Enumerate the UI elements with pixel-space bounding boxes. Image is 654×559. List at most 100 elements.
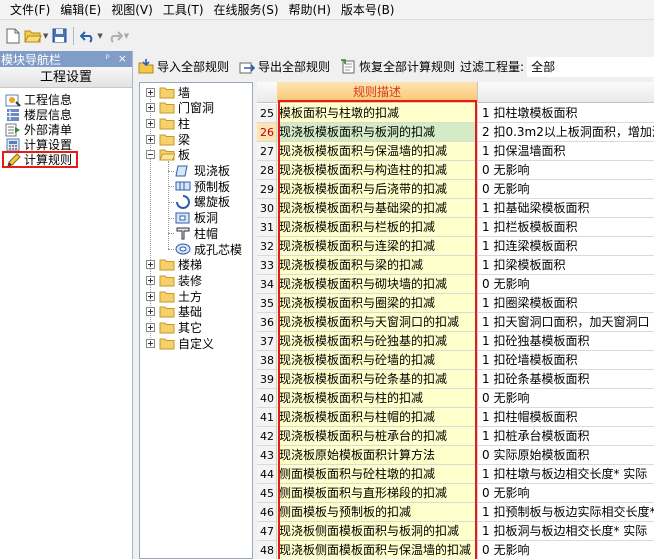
rule-option-cell[interactable]: 1 扣桩承台模板面积 — [478, 427, 654, 446]
tree-node-component[interactable]: 成孔芯模 — [175, 241, 242, 257]
table-row[interactable]: 46 侧面模板与预制板的扣减 1 扣预制板与板边实际相交长度* — [257, 503, 654, 522]
expand-icon[interactable] — [146, 87, 155, 97]
export-all-rules-button[interactable]: 导出全部规则 — [237, 58, 332, 75]
rule-option-cell[interactable]: 1 扣天窗洞口面积，加天窗洞口 — [478, 313, 654, 332]
rule-description-cell[interactable]: 现浇板侧面模板面积与板洞的扣减 — [277, 522, 478, 541]
chevron-down-icon[interactable]: ▼ — [43, 32, 48, 40]
menu-help[interactable]: 帮助(H) — [284, 0, 336, 20]
expand-icon[interactable] — [146, 134, 155, 144]
menu-view[interactable]: 视图(V) — [106, 0, 158, 20]
table-row[interactable]: 34 现浇板模板面积与砌块墙的扣减 0 无影响 — [257, 275, 654, 294]
table-row[interactable]: 48 现浇板侧面模板面积与保温墙的扣减 0 无影响 — [257, 541, 654, 559]
rule-option-cell[interactable]: 1 扣栏板模板面积 — [478, 218, 654, 237]
close-icon[interactable]: × — [118, 51, 127, 67]
rule-description-cell[interactable]: 现浇板模板面积与板洞的扣减 — [277, 123, 478, 142]
tree-node-slab-expanded[interactable]: 板 — [146, 147, 190, 163]
expand-icon[interactable] — [146, 260, 155, 270]
menu-file[interactable]: 文件(F) — [0, 0, 55, 20]
rule-description-cell[interactable]: 现浇板模板面积与栏板的扣减 — [277, 218, 478, 237]
expand-icon[interactable] — [146, 291, 155, 301]
rule-option-cell[interactable]: 0 无影响 — [478, 161, 654, 180]
rule-option-cell[interactable]: 1 扣连梁模板面积 — [478, 237, 654, 256]
table-row[interactable]: 42 现浇板模板面积与桩承台的扣减 1 扣桩承台模板面积 — [257, 427, 654, 446]
rule-option-cell[interactable]: 1 扣砼条基模板面积 — [478, 370, 654, 389]
expand-icon[interactable] — [146, 103, 155, 113]
table-row[interactable]: 40 现浇板模板面积与柱的扣减 0 无影响 — [257, 389, 654, 408]
table-row[interactable]: 44 侧面模板面积与砼柱墩的扣减 1 扣柱墩与板边相交长度* 实际 — [257, 465, 654, 484]
rule-option-cell[interactable]: 1 扣砼墙模板面积 — [478, 351, 654, 370]
table-row[interactable]: 37 现浇板模板面积与砼独基的扣减 1 扣砼独基模板面积 — [257, 332, 654, 351]
nav-item-project-info[interactable]: 工程信息 — [0, 92, 132, 107]
tree-node-category[interactable]: 墙 — [146, 84, 190, 100]
rule-description-cell[interactable]: 侧面模板面积与砼柱墩的扣减 — [277, 465, 478, 484]
nav-section-project-settings[interactable]: 工程设置 — [0, 67, 132, 88]
rule-option-cell[interactable]: 1 扣柱墩与板边相交长度* 实际 — [478, 465, 654, 484]
table-row[interactable]: 43 现浇板原始模板面积计算方法 0 实际原始模板面积 — [257, 446, 654, 465]
table-row[interactable]: 26 现浇板模板面积与板洞的扣减 2 扣0.3m2以上板洞面积，增加洞 — [257, 123, 654, 142]
rule-description-cell[interactable]: 现浇板模板面积与连梁的扣减 — [277, 237, 478, 256]
chevron-down-icon[interactable]: ▼ — [124, 32, 129, 40]
expand-icon[interactable] — [146, 323, 155, 332]
new-file-button[interactable] — [4, 25, 22, 47]
rule-description-cell[interactable]: 侧面模板与预制板的扣减 — [277, 503, 478, 522]
filter-quantity-select[interactable] — [527, 56, 654, 77]
table-row[interactable]: 41 现浇板模板面积与柱帽的扣减 1 扣柱帽模板面积 — [257, 408, 654, 427]
table-row[interactable]: 39 现浇板模板面积与砼条基的扣减 1 扣砼条基模板面积 — [257, 370, 654, 389]
rule-option-cell[interactable]: 0 无影响 — [478, 389, 654, 408]
rule-description-cell[interactable]: 现浇板侧面模板面积与保温墙的扣减 — [277, 541, 478, 559]
tree-node-component[interactable]: 板洞 — [175, 210, 218, 226]
rule-option-cell[interactable]: 1 扣圈梁模板面积 — [478, 294, 654, 313]
tree-node-component[interactable]: 现浇板 — [175, 163, 230, 179]
save-button[interactable] — [50, 25, 69, 47]
restore-all-rules-button[interactable]: 恢复全部计算规则 — [338, 58, 457, 75]
rule-description-cell[interactable]: 现浇板模板面积与砌块墙的扣减 — [277, 275, 478, 294]
rule-description-cell[interactable]: 现浇板模板面积与砼条基的扣减 — [277, 370, 478, 389]
collapse-icon[interactable] — [146, 150, 155, 160]
tree-node-category[interactable]: 门窗洞 — [146, 100, 214, 116]
table-row[interactable]: 28 现浇板模板面积与构造柱的扣减 0 无影响 — [257, 161, 654, 180]
table-row[interactable]: 33 现浇板模板面积与梁的扣减 1 扣梁模板面积 — [257, 256, 654, 275]
nav-item-calc-rules[interactable]: 计算规则 — [2, 151, 78, 168]
table-row[interactable]: 30 现浇板模板面积与基础梁的扣减 1 扣基础梁模板面积 — [257, 199, 654, 218]
table-row[interactable]: 25 模板面积与柱墩的扣减 1 扣柱墩模板面积 — [257, 104, 654, 123]
expand-icon[interactable] — [146, 118, 155, 128]
rule-option-cell[interactable]: 1 扣基础梁模板面积 — [478, 199, 654, 218]
pin-icon[interactable]: ᵖ — [106, 51, 110, 67]
table-row[interactable]: 35 现浇板模板面积与圈梁的扣减 1 扣圈梁模板面积 — [257, 294, 654, 313]
rule-option-cell[interactable]: 0 无影响 — [478, 275, 654, 294]
table-row[interactable]: 45 侧面模板面积与直形梯段的扣减 0 无影响 — [257, 484, 654, 503]
redo-button[interactable]: ▼ — [105, 25, 131, 47]
table-row[interactable]: 47 现浇板侧面模板面积与板洞的扣减 1 扣板洞与板边相交长度* 实际 — [257, 522, 654, 541]
table-row[interactable]: 38 现浇板模板面积与砼墙的扣减 1 扣砼墙模板面积 — [257, 351, 654, 370]
tree-node-component[interactable]: 柱帽 — [175, 225, 218, 241]
rule-description-header[interactable]: 规则描述 — [277, 82, 478, 103]
rule-description-cell[interactable]: 现浇板模板面积与柱的扣减 — [277, 389, 478, 408]
menu-edit[interactable]: 编辑(E) — [55, 0, 106, 20]
rule-description-cell[interactable]: 现浇板模板面积与梁的扣减 — [277, 256, 478, 275]
chevron-down-icon[interactable]: ▼ — [97, 32, 102, 40]
rule-option-cell[interactable]: 1 扣保温墙面积 — [478, 142, 654, 161]
rule-option-cell[interactable]: 0 无影响 — [478, 541, 654, 559]
expand-icon[interactable] — [146, 307, 155, 317]
rule-option-cell[interactable]: 1 扣砼独基模板面积 — [478, 332, 654, 351]
rule-description-cell[interactable]: 现浇板模板面积与砼墙的扣减 — [277, 351, 478, 370]
table-row[interactable]: 31 现浇板模板面积与栏板的扣减 1 扣栏板模板面积 — [257, 218, 654, 237]
rule-description-cell[interactable]: 模板面积与柱墩的扣减 — [277, 104, 478, 123]
tree-node-category[interactable]: 柱 — [146, 115, 190, 131]
tree-node-category[interactable]: 其它 — [146, 320, 202, 336]
rule-description-cell[interactable]: 现浇板模板面积与桩承台的扣减 — [277, 427, 478, 446]
rule-description-cell[interactable]: 现浇板模板面积与砼独基的扣减 — [277, 332, 478, 351]
rule-option-cell[interactable]: 1 扣板洞与板边相交长度* 实际 — [478, 522, 654, 541]
tree-node-category[interactable]: 基础 — [146, 304, 202, 320]
rule-description-cell[interactable]: 现浇板模板面积与后浇带的扣减 — [277, 180, 478, 199]
menu-online-service[interactable]: 在线服务(S) — [209, 0, 284, 20]
nav-item-external-list[interactable]: 外部清单 — [0, 122, 132, 137]
tree-node-category[interactable]: 自定义 — [146, 335, 214, 351]
tree-node-category[interactable]: 梁 — [146, 131, 190, 147]
rule-description-cell[interactable]: 现浇板模板面积与柱帽的扣减 — [277, 408, 478, 427]
import-all-rules-button[interactable]: 导入全部规则 — [136, 58, 231, 75]
table-row[interactable]: 27 现浇板模板面积与保温墙的扣减 1 扣保温墙面积 — [257, 142, 654, 161]
nav-item-floor-info[interactable]: 楼层信息 — [0, 107, 132, 122]
rule-description-cell[interactable]: 现浇板模板面积与基础梁的扣减 — [277, 199, 478, 218]
tree-node-category[interactable]: 装修 — [146, 272, 202, 288]
